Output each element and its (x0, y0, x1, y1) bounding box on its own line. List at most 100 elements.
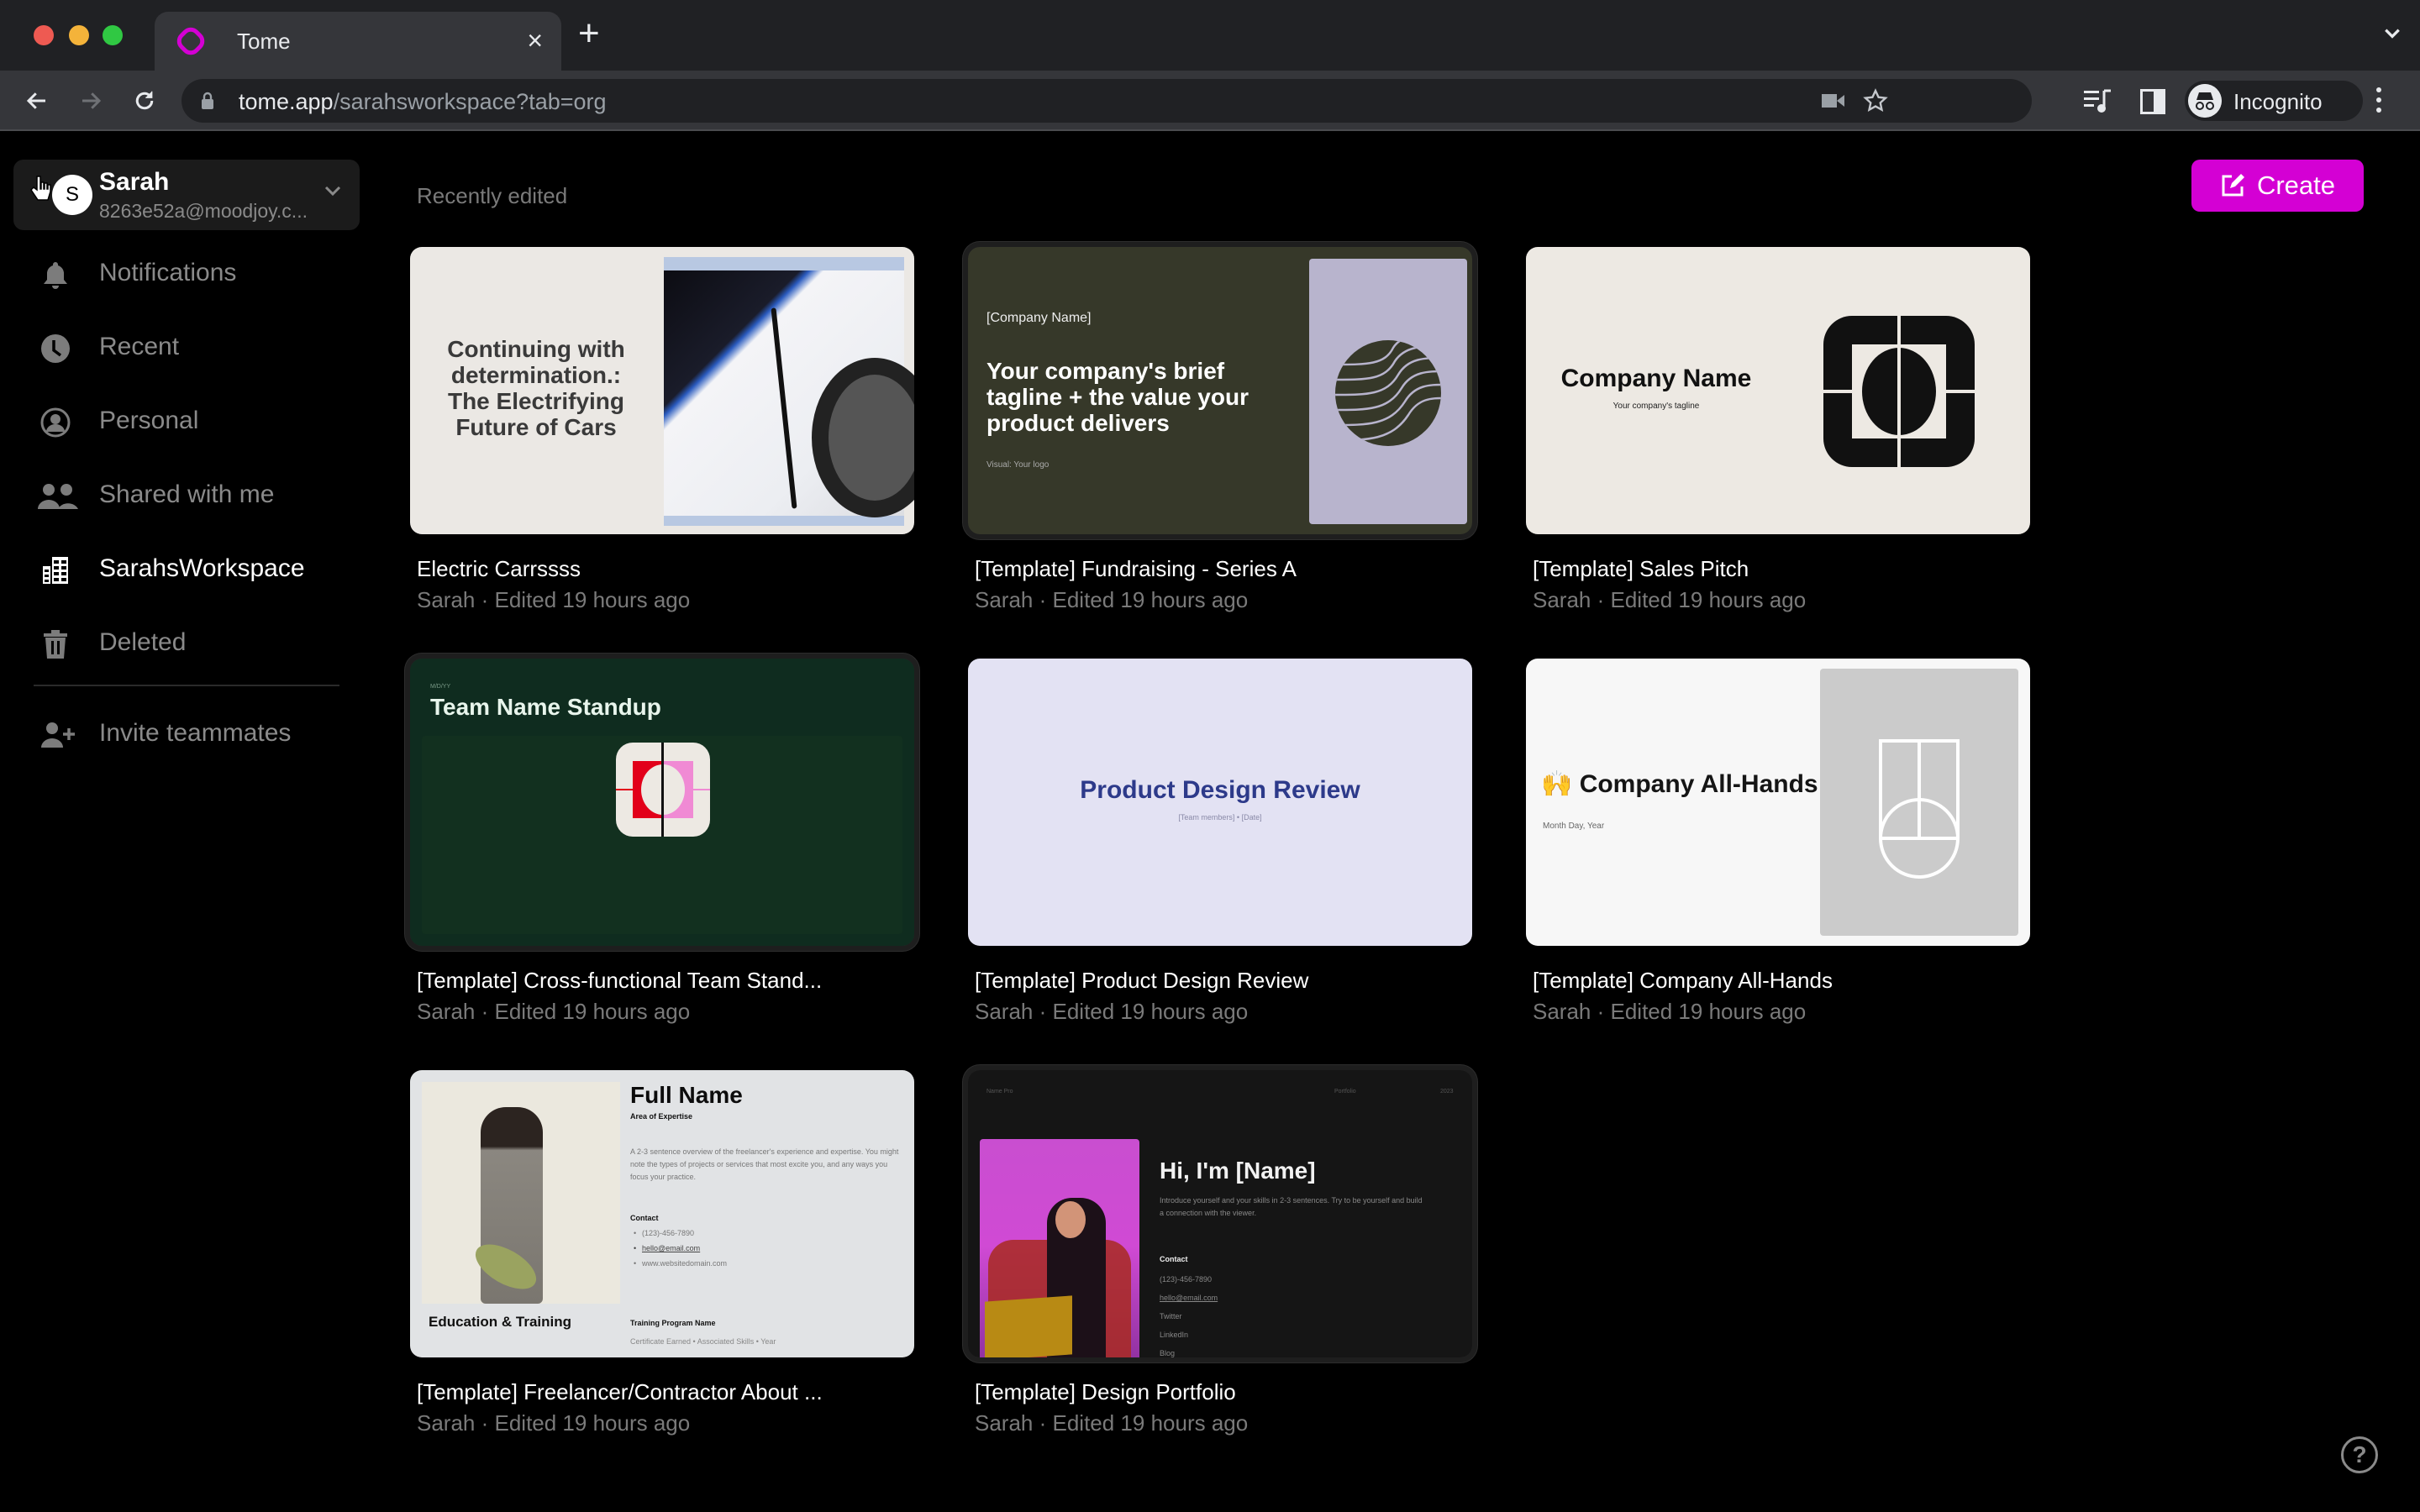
create-label: Create (2256, 171, 2336, 200)
company-logo-icon (1823, 316, 1975, 467)
trash-icon (39, 629, 72, 659)
incognito-label: Incognito (2233, 89, 2323, 114)
new-tab-button[interactable]: + (578, 15, 600, 52)
tab-title: Tome (237, 29, 291, 54)
thumb-intro: Introduce yourself and your skills in 2-… (1160, 1196, 1423, 1217)
edit-icon (2222, 174, 2244, 197)
address-bar[interactable]: tome.app/sarahsworkspace?tab=org (182, 79, 2032, 123)
card-title[interactable]: [Template] Company All-Hands (1533, 968, 2030, 994)
tome-thumbnail[interactable]: Company Name Your company's tagline (1526, 247, 2030, 534)
thumb-email: hello@email.com (630, 1244, 899, 1252)
camera-off-icon[interactable] (1822, 92, 1845, 109)
window-close-button[interactable] (34, 25, 54, 45)
window-minimize-button[interactable] (69, 25, 89, 45)
thumb-expertise: Area of Expertise (630, 1112, 693, 1121)
incognito-profile-button[interactable]: Incognito (2185, 81, 2363, 121)
incognito-icon (2188, 84, 2222, 118)
window-maximize-button[interactable] (103, 25, 123, 45)
tome-thumbnail[interactable]: Education & Training Full Name Area of E… (410, 1070, 914, 1357)
sidebar-item-notifications[interactable]: Notifications (0, 244, 353, 302)
thumb-heading: Product Design Review (1080, 776, 1360, 804)
thumb-sub: Month Day, Year (1543, 822, 1605, 831)
tome-thumbnail[interactable]: M/D/YY Team Name Standup (405, 654, 919, 951)
side-panel-icon[interactable] (2140, 89, 2165, 114)
tome-thumbnail[interactable]: 🙌 Company All-Hands Month Day, Year (1526, 659, 2030, 946)
reload-button[interactable] (126, 82, 163, 119)
wave-circle-logo-icon (1335, 340, 1441, 446)
portrait-photo (980, 1139, 1139, 1357)
tome-thumbnail[interactable]: Product Design Review [Team members] • [… (968, 659, 1472, 946)
hand-cursor-icon (30, 176, 51, 201)
thumb-visual-note: Visual: Your logo (986, 460, 1050, 470)
tome-card[interactable]: 🙌 Company All-Hands Month Day, Year [Tem… (1526, 659, 2030, 1025)
clock-icon (39, 333, 72, 364)
help-button[interactable]: ? (2341, 1436, 2378, 1473)
tab-search-chevron-icon[interactable] (2383, 24, 2402, 42)
thumb-phone: (123)-456-7890 (1160, 1275, 1213, 1284)
browser-tab-tome[interactable]: Tome × (155, 12, 561, 71)
close-tab-button[interactable]: × (527, 24, 543, 57)
card-title[interactable]: [Template] Product Design Review (975, 968, 1472, 994)
browser-toolbar: tome.app/sarahsworkspace?tab=org Incogni… (0, 71, 2420, 131)
url-text[interactable]: tome.app/sarahsworkspace?tab=org (239, 89, 607, 115)
card-title[interactable]: Electric Carrssss (417, 556, 914, 582)
thumb-education: Education & Training (429, 1314, 572, 1330)
invite-teammates-button[interactable]: Invite teammates (0, 704, 353, 763)
card-title[interactable]: [Template] Fundraising - Series A (975, 556, 1472, 582)
standup-logo-icon (616, 743, 710, 837)
sidebar-item-sarahsworkspace[interactable]: SarahsWorkspace (0, 539, 353, 598)
add-person-icon (40, 720, 77, 750)
sidebar-item-recent[interactable]: Recent (0, 318, 353, 376)
thumb-top-left: Name Pro (986, 1089, 1013, 1095)
browser-tab-strip: Tome × + (0, 0, 2420, 71)
tome-card[interactable]: Continuing with determination.: The Elec… (410, 247, 914, 613)
url-host: tome.app (239, 89, 334, 114)
tome-card[interactable]: Product Design Review [Team members] • [… (968, 659, 1472, 1025)
bell-icon (39, 260, 72, 290)
forward-icon (82, 92, 102, 109)
tome-card[interactable]: M/D/YY Team Name Standup [Template] Cros… (405, 654, 919, 1025)
thumb-contact-label: Contact (630, 1214, 659, 1222)
forward-button[interactable] (72, 82, 109, 119)
thumb-link: LinkedIn (1160, 1331, 1189, 1339)
portrait-photo (422, 1082, 620, 1304)
sidebar-item-personal[interactable]: Personal (0, 391, 353, 450)
sidebar-item-deleted[interactable]: Deleted (0, 613, 353, 672)
tome-thumbnail[interactable]: [Company Name] Your company's brief tagl… (963, 242, 1477, 539)
tome-card[interactable]: Name Pro Portfolio 2023 Hi, I'm [Name] I… (963, 1065, 1477, 1436)
thumb-heading: Continuing with determination.: The Elec… (447, 336, 625, 440)
tome-thumbnail[interactable]: Name Pro Portfolio 2023 Hi, I'm [Name] I… (963, 1065, 1477, 1362)
thumb-email: hello@email.com (1160, 1294, 1218, 1302)
sidebar-item-label: Notifications (99, 259, 237, 286)
card-title[interactable]: [Template] Sales Pitch (1533, 556, 2030, 582)
media-control-icon[interactable] (2084, 87, 2112, 114)
tome-card[interactable]: Company Name Your company's tagline [Tem… (1526, 247, 2030, 613)
card-meta: Sarah · Edited 19 hours ago (417, 587, 691, 612)
reload-icon (135, 91, 154, 110)
bookmark-star-icon[interactable] (1862, 87, 1889, 114)
car-photo (664, 257, 914, 526)
thumb-top-right: 2023 (1440, 1089, 1454, 1095)
account-switcher[interactable]: S Sarah 8263e52a@moodjoy.c... (13, 160, 360, 230)
create-button[interactable]: Create (2191, 160, 2364, 212)
thumb-website: www.websitedomain.com (630, 1259, 899, 1268)
building-icon (39, 555, 72, 585)
thumb-heading: Team Name Standup (430, 694, 661, 720)
card-title[interactable]: [Template] Freelancer/Contractor About .… (417, 1379, 914, 1405)
logo-panel (1820, 669, 2018, 936)
card-meta: Sarah · Edited 19 hours ago (975, 587, 1249, 612)
thumb-heading: Hi, I'm [Name] (1160, 1158, 1316, 1184)
more-menu-icon[interactable] (2375, 87, 2383, 118)
tome-card[interactable]: Education & Training Full Name Area of E… (410, 1070, 914, 1436)
card-meta: Sarah · Edited 19 hours ago (417, 999, 691, 1024)
sidebar-divider (34, 685, 339, 686)
tome-card[interactable]: [Company Name] Your company's brief tagl… (963, 242, 1477, 613)
back-button[interactable] (18, 82, 55, 119)
sidebar-item-shared-with-me[interactable]: Shared with me (0, 465, 353, 524)
thumb-name: Full Name (630, 1082, 743, 1108)
tome-thumbnail[interactable]: Continuing with determination.: The Elec… (410, 247, 914, 534)
thumb-contact-label: Contact (1160, 1255, 1188, 1263)
card-meta: Sarah · Edited 19 hours ago (1533, 587, 1807, 612)
card-title[interactable]: [Template] Design Portfolio (975, 1379, 1472, 1405)
card-title[interactable]: [Template] Cross-functional Team Stand..… (417, 968, 914, 994)
